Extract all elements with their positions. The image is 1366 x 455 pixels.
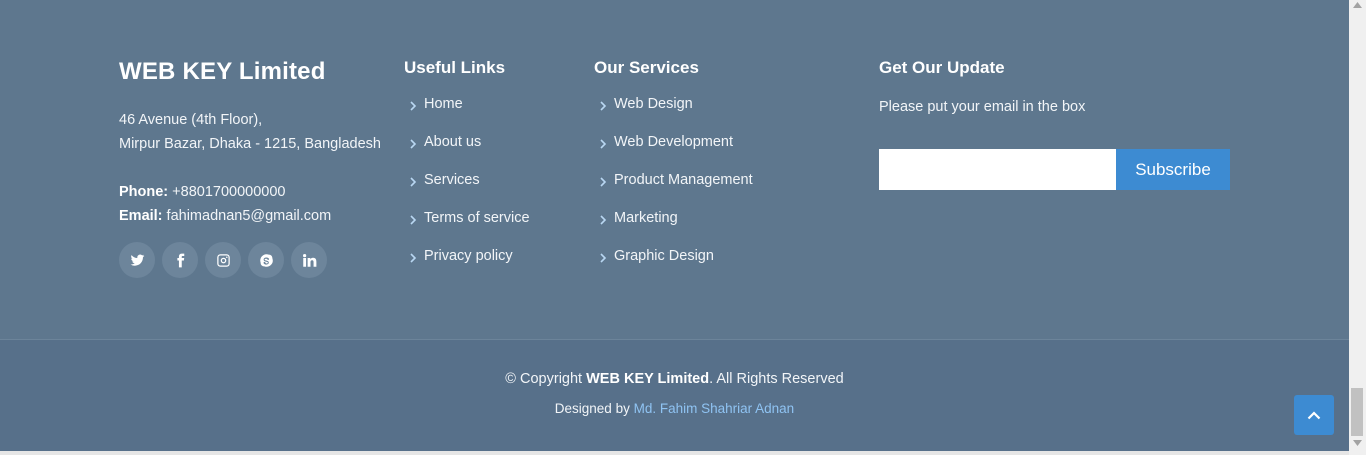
instagram-icon [216,253,230,267]
chevron-right-icon [404,210,424,230]
chevron-right-icon [594,172,614,192]
useful-link-home[interactable]: Home [404,96,530,134]
vertical-scrollbar[interactable] [1349,0,1366,455]
useful-link-label: Home [424,96,463,112]
designer-link[interactable]: Md. Fahim Shahriar Adnan [634,401,795,416]
phone-label: Phone: [119,184,169,200]
chevron-right-icon [594,210,614,230]
skype-button[interactable] [248,242,284,278]
chevron-right-icon [594,96,614,116]
credits: Designed by Md. Fahim Shahriar Adnan [0,401,1349,416]
copyright-company: WEB KEY Limited [586,371,710,387]
service-marketing[interactable]: Marketing [594,210,753,248]
linkedin-button[interactable] [291,242,327,278]
useful-link-label: Terms of service [424,210,530,226]
service-label: Web Design [614,96,693,112]
service-web-development[interactable]: Web Development [594,134,753,172]
service-graphic-design[interactable]: Graphic Design [594,248,753,286]
horizontal-scrollbar[interactable] [0,451,1349,455]
service-label: Marketing [614,210,678,226]
facebook-button[interactable] [162,242,198,278]
useful-links-heading: Useful Links [404,58,506,77]
twitter-button[interactable] [119,242,155,278]
newsletter-text: Please put your email in the box [879,99,1086,115]
useful-link-about[interactable]: About us [404,134,530,172]
chevron-right-icon [404,248,424,268]
service-product-management[interactable]: Product Management [594,172,753,210]
chevron-right-icon [404,172,424,192]
back-to-top-button[interactable] [1294,395,1334,435]
scroll-down-arrow-icon[interactable] [1353,440,1362,446]
useful-link-services[interactable]: Services [404,172,530,210]
chevron-right-icon [594,248,614,268]
address: 46 Avenue (4th Floor), Mirpur Bazar, Dha… [119,108,381,156]
useful-link-label: Privacy policy [424,248,513,264]
service-label: Web Development [614,134,734,150]
social-links [119,242,327,278]
service-label: Product Management [614,172,753,188]
copyright: © Copyright WEB KEY Limited. All Rights … [0,371,1349,387]
useful-links-list: Home About us Services Terms of service … [404,96,530,286]
brand-name: WEB KEY Limited [119,58,326,85]
useful-link-label: Services [424,172,480,188]
subscribe-button[interactable]: Subscribe [1116,149,1230,190]
twitter-icon [130,254,144,266]
newsletter-email-input[interactable] [879,149,1116,190]
address-line2: Mirpur Bazar, Dhaka - 1215, Bangladesh [119,136,381,152]
chevron-right-icon [404,134,424,154]
address-line1: 46 Avenue (4th Floor), [119,112,263,128]
chevron-right-icon [404,96,424,116]
email-label: Email: [119,208,163,224]
chevron-right-icon [594,134,614,154]
useful-link-label: About us [424,134,482,150]
services-heading: Our Services [594,58,699,77]
designed-by-label: Designed by [554,401,630,416]
facebook-icon [176,253,184,267]
linkedin-icon [302,253,316,267]
copyright-suffix: . All Rights Reserved [709,371,844,387]
newsletter-heading: Get Our Update [879,58,1005,77]
scrollbar-thumb[interactable] [1351,388,1363,436]
footer-bottom [0,339,1349,455]
service-label: Graphic Design [614,248,714,264]
phone-value: +8801700000000 [172,184,286,200]
chevron-up-icon [1307,411,1321,420]
service-web-design[interactable]: Web Design [594,96,753,134]
email-value: fahimadnan5@gmail.com [166,208,332,224]
copyright-prefix: © Copyright [505,371,583,387]
useful-link-privacy[interactable]: Privacy policy [404,248,530,286]
instagram-button[interactable] [205,242,241,278]
services-list: Web Design Web Development Product Manag… [594,96,753,286]
contact-info: Phone: +8801700000000 Email: fahimadnan5… [119,180,331,228]
scroll-up-arrow-icon[interactable] [1353,2,1362,8]
useful-link-terms[interactable]: Terms of service [404,210,530,248]
skype-icon [259,253,273,267]
